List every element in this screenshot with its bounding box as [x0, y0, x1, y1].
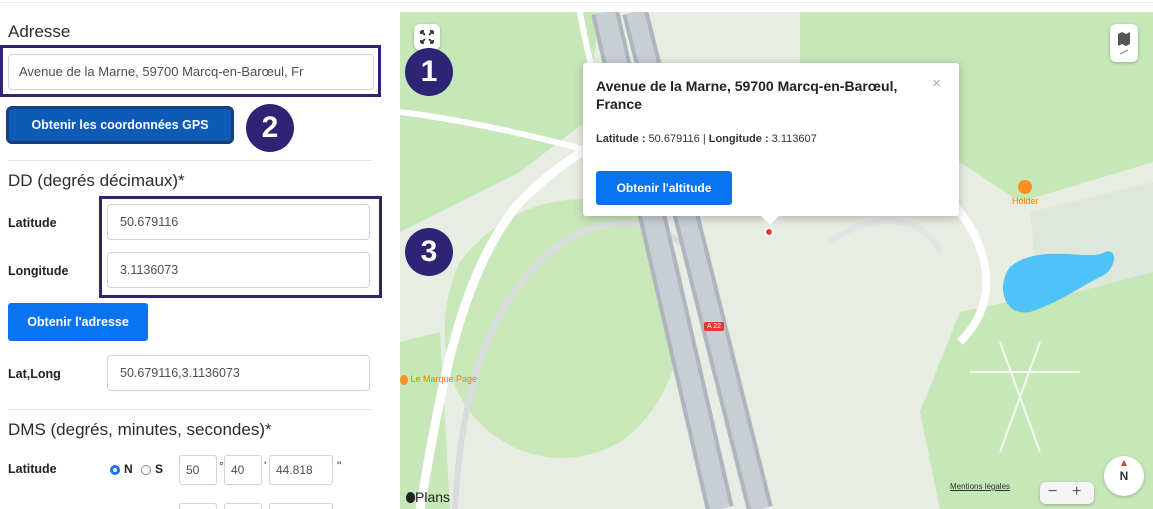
- popup-separator: |: [702, 133, 706, 145]
- dms-longitude-minutes-input[interactable]: [224, 503, 262, 509]
- dms-minutes-input[interactable]: 40: [224, 455, 262, 485]
- dd-heading: DD (degrés décimaux)*: [8, 171, 185, 190]
- divider: [8, 409, 372, 410]
- apple-logo-icon: [406, 492, 415, 503]
- divider: [8, 160, 372, 161]
- location-popup: Avenue de la Marne, 59700 Marcq-en-Barœu…: [583, 63, 959, 225]
- poi-marque-page-label: Le Marque Page: [410, 374, 478, 384]
- dd-longitude-label: Longitude: [8, 264, 69, 278]
- dms-heading: DMS (degrés, minutes, secondes)*: [8, 420, 272, 439]
- dms-longitude-seconds-input[interactable]: [269, 503, 333, 509]
- highlight-box-dd: [99, 196, 382, 298]
- fullscreen-button[interactable]: [414, 24, 440, 50]
- map-type-button[interactable]: [1110, 24, 1138, 62]
- south-label: S: [155, 462, 164, 476]
- popup-title: Avenue de la Marne, 59700 Marcq-en-Barœu…: [596, 78, 898, 112]
- poi-marque-page[interactable]: Le Marque Page: [400, 374, 477, 385]
- highlight-box-address: [0, 45, 381, 97]
- get-altitude-button[interactable]: Obtenir l'altitude: [596, 171, 732, 205]
- coordinates-form: Adresse Avenue de la Marne, 59700 Marcq-…: [0, 0, 392, 509]
- compass-button[interactable]: N: [1104, 456, 1144, 496]
- road-shield-a22: A 22: [704, 322, 725, 331]
- dd-latitude-label: Latitude: [8, 216, 57, 230]
- get-gps-button[interactable]: Obtenir les coordonnées GPS: [9, 109, 231, 141]
- poi-holder-label: Holder: [1012, 196, 1039, 206]
- step-badge-3: 3: [405, 228, 453, 276]
- north-radio[interactable]: [110, 465, 120, 475]
- location-pin-icon[interactable]: [764, 227, 774, 237]
- address-heading: Adresse: [8, 22, 71, 41]
- compass-needle-icon: [1121, 460, 1127, 466]
- minute-symbol: ': [264, 459, 267, 473]
- map-layers-icon: [1118, 32, 1130, 55]
- compass-north-label: N: [1119, 469, 1129, 483]
- dms-degrees-input[interactable]: 50: [179, 455, 217, 485]
- poi-pin-icon: [1018, 180, 1033, 194]
- step-badge-2: 2: [246, 104, 294, 152]
- poi-holder[interactable]: Holder: [1012, 180, 1039, 206]
- poi-pin-icon: [400, 374, 408, 385]
- popup-pointer: [761, 216, 779, 225]
- popup-lng-value: 3.113607: [771, 133, 817, 145]
- latlong-input[interactable]: 50.679116,3.1136073: [107, 355, 370, 391]
- north-label: N: [124, 462, 133, 476]
- popup-lat-label: Latitude :: [596, 133, 646, 145]
- zoom-control: − +: [1040, 482, 1094, 504]
- dms-longitude-degrees-input[interactable]: [179, 503, 217, 509]
- zoom-in-button[interactable]: +: [1072, 483, 1081, 501]
- popup-coordinates: Latitude : 50.679116 | Longitude : 3.113…: [596, 133, 817, 145]
- second-symbol: ": [337, 459, 342, 473]
- expand-icon: [420, 30, 434, 44]
- step-badge-1: 1: [405, 48, 453, 96]
- latlong-label: Lat,Long: [8, 367, 61, 381]
- dms-latitude-label: Latitude: [8, 462, 57, 476]
- map-view[interactable]: Holder Le Marque Page A 22 Avenue de la …: [400, 12, 1153, 509]
- apple-maps-attribution: Plans: [406, 489, 450, 505]
- zoom-out-button[interactable]: −: [1048, 483, 1057, 501]
- maps-brand-label: Plans: [415, 489, 451, 505]
- dms-seconds-input[interactable]: 44.818: [269, 455, 333, 485]
- popup-lng-label: Longitude :: [708, 133, 769, 145]
- south-radio[interactable]: [141, 465, 151, 475]
- popup-lat-value: 50.679116: [648, 133, 700, 145]
- get-address-button[interactable]: Obtenir l'adresse: [8, 303, 148, 341]
- legal-link[interactable]: Mentions légales: [950, 482, 1010, 491]
- close-icon[interactable]: ×: [932, 75, 941, 92]
